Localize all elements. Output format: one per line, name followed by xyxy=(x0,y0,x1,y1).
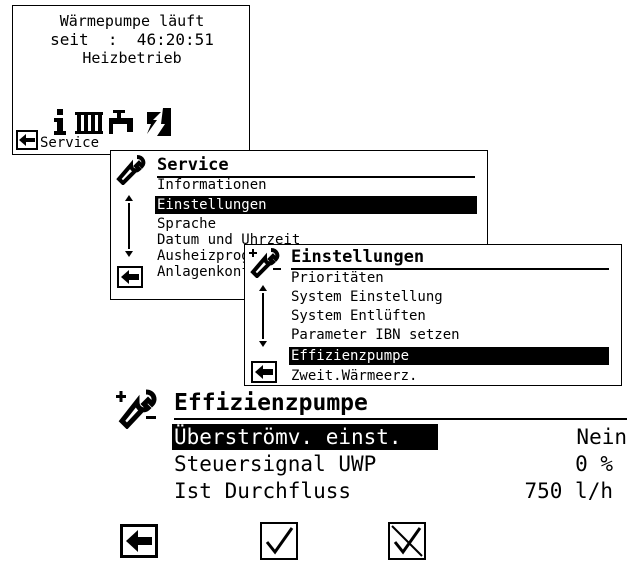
scroll-indicator[interactable] xyxy=(125,195,133,257)
back-arrow-icon xyxy=(121,270,139,284)
menu-item-system-einstellung[interactable]: System Einstellung xyxy=(291,290,443,304)
confirm-button[interactable] xyxy=(260,522,298,560)
faucet-icon[interactable] xyxy=(109,110,139,134)
cancel-check-icon xyxy=(391,525,423,557)
power-icon[interactable] xyxy=(143,106,173,136)
row-label-durchfluss: Ist Durchfluss xyxy=(174,479,352,503)
info-icon[interactable] xyxy=(53,109,67,135)
row-value-durchfluss: 750 l/h xyxy=(524,479,613,503)
menu-item-informationen[interactable]: Informationen xyxy=(157,178,267,192)
checkmark-icon xyxy=(265,527,294,555)
menu-item-system-entlueften[interactable]: System Entlüften xyxy=(291,309,426,323)
menu-item-einstellungen[interactable]: Einstellungen xyxy=(155,196,477,214)
scroll-indicator[interactable] xyxy=(259,285,267,347)
plus-minus-wrench-icon xyxy=(249,248,281,278)
wrench-icon xyxy=(116,155,146,185)
pump-title: Effizienzpumpe xyxy=(174,390,368,416)
menu-item-prioritaeten[interactable]: Prioritäten xyxy=(291,271,384,285)
row-label-steuersignal: Steuersignal UWP xyxy=(174,452,377,476)
row-value-ueberstroemv[interactable]: Nein xyxy=(576,427,627,448)
menu-item-parameter-ibn[interactable]: Parameter IBN setzen xyxy=(291,328,460,342)
cancel-button[interactable] xyxy=(388,522,426,560)
back-button[interactable] xyxy=(16,130,38,150)
menu-item-effizienzpumpe[interactable]: Effizienzpumpe xyxy=(289,347,609,365)
service-label: Service xyxy=(40,135,100,151)
settings-menu-screen: Einstellungen Prioritäten System Einstel… xyxy=(244,244,622,386)
back-button[interactable] xyxy=(117,266,143,288)
menu-item-sprache[interactable]: Sprache xyxy=(157,217,216,231)
back-arrow-icon xyxy=(255,365,273,379)
title-divider xyxy=(174,418,627,420)
pump-screen: Effizienzpumpe Überströmv. einst. Nein S… xyxy=(100,386,627,580)
status-line-1: Wärmepumpe läuft xyxy=(59,12,205,30)
back-button[interactable] xyxy=(120,524,158,558)
back-arrow-icon xyxy=(19,134,35,146)
back-button[interactable] xyxy=(251,361,277,383)
radiator-icon[interactable] xyxy=(75,112,103,134)
status-line-3: Heizbetrieb xyxy=(82,49,182,67)
row-label-ueberstroemv[interactable]: Überströmv. einst. xyxy=(172,424,438,450)
service-title: Service xyxy=(157,155,229,175)
menu-item-zweit-waermeerz[interactable]: Zweit.Wärmeerz. xyxy=(291,369,417,383)
row-value-steuersignal: 0 % xyxy=(575,452,613,476)
status-line-2: seit : 46:20:51 xyxy=(50,30,214,49)
plus-minus-wrench-icon xyxy=(116,389,157,429)
back-arrow-icon xyxy=(126,530,152,552)
status-screen: Wärmepumpe läuft seit : 46:20:51 Heizbet… xyxy=(12,5,250,155)
settings-title: Einstellungen xyxy=(291,247,425,267)
